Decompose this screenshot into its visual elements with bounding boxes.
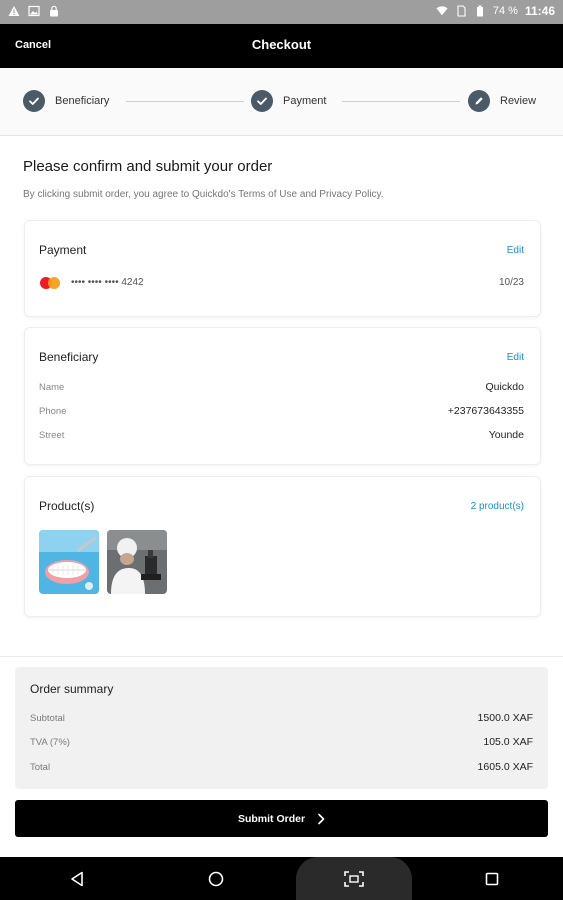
image-icon	[28, 5, 40, 17]
check-icon	[251, 90, 273, 112]
street-label: Street	[39, 430, 65, 441]
subtotal-label: Subtotal	[30, 713, 65, 724]
step-beneficiary[interactable]: Beneficiary	[23, 90, 109, 112]
checkout-stepper: Beneficiary Payment Review	[0, 68, 563, 136]
step-connector	[342, 101, 460, 102]
terms-notice: By clicking submit order, you agree to Q…	[23, 189, 384, 200]
phone-label: Phone	[39, 406, 67, 417]
status-bar: 74 % 11:46	[0, 0, 563, 24]
home-button[interactable]	[199, 857, 233, 900]
section-divider	[0, 656, 563, 657]
product-thumbnail-dental[interactable]	[39, 530, 99, 594]
page-title: Checkout	[251, 37, 312, 52]
recents-icon	[485, 872, 499, 885]
back-button[interactable]	[60, 857, 94, 900]
products-title: Product(s)	[39, 499, 95, 513]
order-summary-title: Order summary	[30, 682, 114, 696]
back-icon	[71, 871, 83, 886]
system-nav-bar	[0, 857, 563, 900]
products-card: Product(s) 2 product(s)	[24, 476, 541, 617]
total-label: Total	[30, 762, 51, 773]
sim-icon	[457, 5, 466, 17]
edit-payment-button[interactable]: Edit	[507, 245, 524, 256]
name-value: Quickdo	[485, 381, 524, 393]
step-connector	[126, 101, 244, 102]
app-bar: Cancel Checkout	[0, 24, 563, 68]
check-icon	[23, 90, 45, 112]
beneficiary-title: Beneficiary	[39, 350, 99, 364]
confirm-heading: Please confirm and submit your order	[23, 158, 273, 175]
order-summary: Order summary Subtotal 1500.0 XAF TVA (7…	[15, 667, 548, 789]
recents-button[interactable]	[475, 857, 509, 900]
step-label: Payment	[283, 95, 327, 107]
total-value: 1605.0 XAF	[477, 761, 533, 773]
submit-order-label: Submit Order	[237, 812, 306, 825]
home-icon	[208, 871, 224, 886]
battery-icon	[476, 5, 483, 17]
mastercard-icon	[40, 277, 62, 289]
products-count-link[interactable]: 2 product(s)	[471, 501, 524, 512]
screenshot-icon	[344, 870, 364, 887]
pencil-icon	[468, 90, 490, 112]
wifi-icon	[436, 6, 448, 16]
step-label: Review	[500, 95, 537, 107]
step-label: Beneficiary	[55, 95, 110, 107]
step-review[interactable]: Review	[468, 90, 536, 112]
subtotal-value: 1500.0 XAF	[477, 712, 533, 724]
tva-label: TVA (7%)	[30, 737, 70, 748]
card-number: •••• •••• •••• 4242	[71, 277, 144, 288]
product-thumbnail-lab[interactable]	[107, 530, 167, 594]
beneficiary-card: Beneficiary Edit Name Quickdo Phone +237…	[24, 327, 541, 465]
lock-icon	[50, 5, 58, 17]
card-expiry: 10/23	[498, 277, 524, 288]
payment-card: Payment Edit •••• •••• •••• 4242 10/23	[24, 220, 541, 317]
warning-icon	[8, 6, 20, 16]
tva-value: 105.0 XAF	[483, 736, 533, 748]
payment-title: Payment	[39, 243, 87, 257]
battery-percent: 74 %	[492, 5, 518, 17]
edit-beneficiary-button[interactable]: Edit	[507, 352, 524, 363]
street-value: Younde	[488, 429, 524, 441]
screenshot-button[interactable]	[336, 857, 372, 900]
phone-value: +237673643355	[447, 405, 524, 417]
submit-order-button[interactable]: Submit Order	[15, 800, 548, 837]
name-label: Name	[39, 382, 65, 393]
step-payment[interactable]: Payment	[251, 90, 326, 112]
clock: 11:46	[524, 4, 555, 18]
chevron-right-icon	[318, 813, 325, 824]
